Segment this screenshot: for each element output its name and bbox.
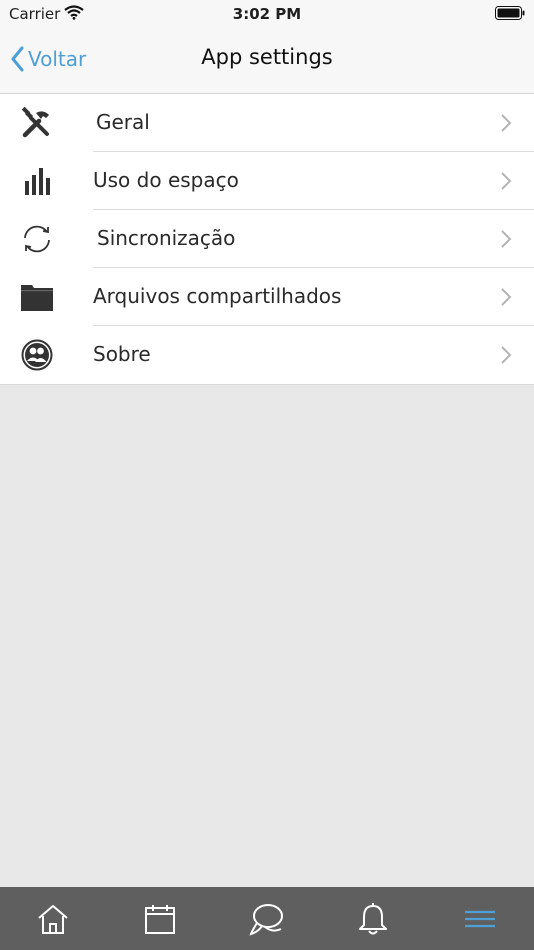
tab-bar <box>0 887 534 950</box>
navigation-bar: Voltar App settings <box>0 28 534 94</box>
settings-item-label: Sincronização <box>97 226 236 250</box>
tab-chat[interactable] <box>214 887 320 950</box>
tab-calendar[interactable] <box>107 887 213 950</box>
status-time: 3:02 PM <box>232 5 302 23</box>
chevron-right-icon <box>500 113 512 137</box>
settings-item-geral[interactable]: Geral <box>0 94 534 152</box>
chevron-right-icon <box>500 171 512 195</box>
chat-icon <box>249 903 283 935</box>
page-title: App settings <box>201 45 333 69</box>
folder-icon <box>18 279 56 315</box>
settings-item-sobre[interactable]: Sobre <box>0 326 534 384</box>
menu-icon <box>465 910 495 927</box>
settings-item-label: Sobre <box>93 342 151 366</box>
sync-icon <box>18 221 56 257</box>
bar-chart-icon <box>18 163 56 199</box>
home-icon <box>38 904 68 934</box>
settings-list: Geral Uso do espaço Sincronização Arquiv… <box>0 94 534 385</box>
settings-item-label: Arquivos compartilhados <box>93 284 342 308</box>
tab-home[interactable] <box>0 887 106 950</box>
settings-item-label: Geral <box>96 110 150 134</box>
chevron-right-icon <box>500 287 512 311</box>
calendar-icon <box>145 904 175 934</box>
chevron-right-icon <box>500 345 512 369</box>
tools-icon <box>18 105 56 141</box>
chevron-right-icon <box>500 229 512 253</box>
users-icon <box>18 337 56 373</box>
status-bar: Carrier 3:02 PM <box>0 0 534 28</box>
settings-item-arquivos-compartilhados[interactable]: Arquivos compartilhados <box>0 268 534 326</box>
battery-icon <box>495 6 525 24</box>
tab-notifications[interactable] <box>320 887 426 950</box>
settings-item-uso-do-espaco[interactable]: Uso do espaço <box>0 152 534 210</box>
tab-menu[interactable] <box>427 887 533 950</box>
bell-icon <box>359 902 387 934</box>
settings-item-label: Uso do espaço <box>93 168 239 192</box>
settings-item-sincronizacao[interactable]: Sincronização <box>0 210 534 268</box>
